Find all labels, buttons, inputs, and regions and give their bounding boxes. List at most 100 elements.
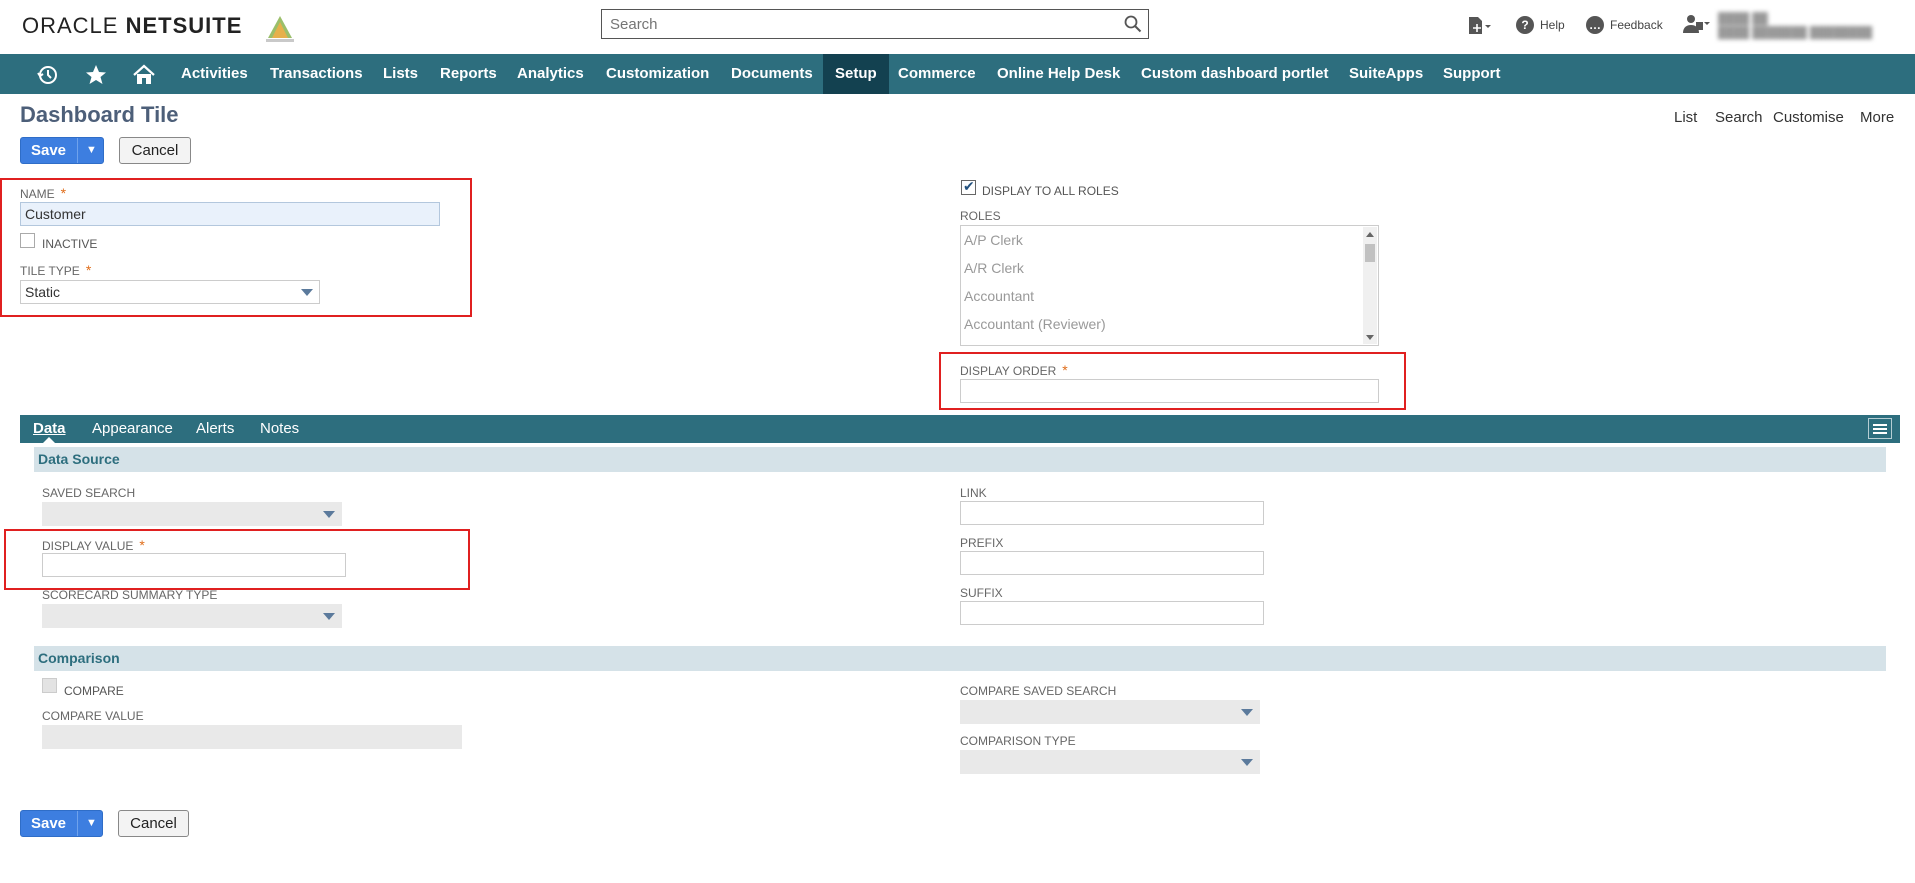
- link-list[interactable]: List: [1674, 109, 1697, 126]
- display-value-field[interactable]: [42, 553, 346, 577]
- display-order-field[interactable]: [960, 379, 1379, 403]
- tab-data[interactable]: Data: [33, 420, 66, 437]
- name-field[interactable]: Customer: [20, 202, 440, 226]
- comparison-type-select[interactable]: [960, 750, 1260, 774]
- tile-type-value: Static: [25, 284, 61, 300]
- main-nav: Activities Transactions Lists Reports An…: [0, 54, 1915, 94]
- compare-saved-search-label: COMPARE SAVED SEARCH: [960, 684, 1117, 698]
- compare-checkbox[interactable]: [42, 678, 57, 693]
- feedback-label: Feedback: [1610, 18, 1663, 32]
- link-field[interactable]: [960, 501, 1264, 525]
- save-button-top[interactable]: Save ▼: [20, 137, 104, 164]
- save-options-arrow-icon[interactable]: ▼: [78, 138, 105, 163]
- tab-layout-menu-icon[interactable]: [1868, 418, 1892, 439]
- cancel-button-bottom[interactable]: Cancel: [118, 810, 189, 837]
- tab-alerts[interactable]: Alerts: [196, 420, 234, 437]
- home-icon[interactable]: [132, 63, 156, 87]
- document-add-icon[interactable]: [1466, 16, 1492, 36]
- suffix-label: SUFFIX: [960, 586, 1003, 600]
- tab-notes[interactable]: Notes: [260, 420, 299, 437]
- link-more[interactable]: More: [1860, 109, 1894, 126]
- nav-activities[interactable]: Activities: [181, 54, 248, 94]
- nav-transactions[interactable]: Transactions: [270, 54, 363, 94]
- saved-search-label: SAVED SEARCH: [42, 486, 136, 500]
- compare-label: COMPARE: [64, 684, 124, 698]
- prefix-field[interactable]: [960, 551, 1264, 575]
- role-option[interactable]: Accountant: [964, 288, 1034, 304]
- scroll-up-icon[interactable]: [1366, 232, 1374, 237]
- active-tab-indicator: [43, 437, 55, 443]
- recent-icon[interactable]: [36, 63, 60, 87]
- save-options-arrow-icon[interactable]: ▼: [78, 811, 105, 836]
- nav-custom-dashboard-portlet[interactable]: Custom dashboard portlet: [1141, 54, 1329, 94]
- subtab-bar: Data Appearance Alerts Notes: [20, 415, 1900, 443]
- roles-scrollbar[interactable]: [1363, 227, 1377, 344]
- required-icon: *: [139, 537, 145, 553]
- user-info-redacted: ████ ██ ████ ███████ ████████: [1718, 13, 1873, 39]
- search-input[interactable]: [608, 15, 1112, 34]
- nav-commerce[interactable]: Commerce: [898, 54, 976, 94]
- link-label: LINK: [960, 486, 987, 500]
- nav-online-help-desk[interactable]: Online Help Desk: [997, 54, 1120, 94]
- link-search[interactable]: Search: [1715, 109, 1763, 126]
- display-value-label: DISPLAY VALUE *: [42, 537, 145, 553]
- scorecard-summary-type-select[interactable]: [42, 604, 342, 628]
- section-title: Comparison: [38, 650, 120, 666]
- required-icon: *: [60, 185, 67, 201]
- nav-lists[interactable]: Lists: [383, 54, 418, 94]
- chevron-down-icon[interactable]: [1241, 759, 1253, 766]
- chevron-down-icon[interactable]: [1241, 709, 1253, 716]
- page-title: Dashboard Tile: [20, 102, 179, 127]
- name-label: NAME *: [20, 185, 67, 201]
- tile-type-select[interactable]: Static: [20, 280, 320, 304]
- scroll-thumb[interactable]: [1365, 244, 1375, 262]
- display-all-roles-checkbox[interactable]: [961, 178, 976, 195]
- nav-reports[interactable]: Reports: [440, 54, 497, 94]
- compare-value-field[interactable]: [42, 725, 462, 749]
- save-button-bottom[interactable]: Save ▼: [20, 810, 103, 837]
- help-label: Help: [1540, 18, 1565, 32]
- netsuite-logo[interactable]: ORACLE NETSUITE: [22, 13, 242, 39]
- role-option[interactable]: Accountant (Reviewer): [964, 316, 1106, 332]
- save-label[interactable]: Save: [21, 138, 76, 163]
- nav-setup[interactable]: Setup: [823, 54, 889, 94]
- role-option[interactable]: A/R Clerk: [964, 260, 1024, 276]
- link-customise[interactable]: Customise: [1773, 109, 1844, 126]
- tab-appearance[interactable]: Appearance: [92, 420, 173, 437]
- comparison-type-label: COMPARISON TYPE: [960, 734, 1076, 748]
- roles-listbox[interactable]: A/P Clerk A/R Clerk Accountant Accountan…: [960, 225, 1379, 346]
- section-comparison: Comparison: [34, 646, 1886, 671]
- saved-search-select[interactable]: [42, 502, 342, 526]
- nav-suiteapps[interactable]: SuiteApps: [1349, 54, 1423, 94]
- global-search[interactable]: [601, 9, 1149, 39]
- recent-records-menu[interactable]: [1466, 16, 1492, 36]
- suffix-field[interactable]: [960, 601, 1264, 625]
- nav-customization[interactable]: Customization: [606, 54, 709, 94]
- feedback-link[interactable]: … Feedback: [1586, 16, 1663, 34]
- favorites-star-icon[interactable]: [84, 63, 108, 87]
- nav-analytics[interactable]: Analytics: [517, 54, 584, 94]
- search-icon[interactable]: [1124, 15, 1142, 33]
- top-header: ORACLE NETSUITE ? Help … Feedback ████ ███…: [0, 0, 1915, 54]
- user-menu[interactable]: [1681, 13, 1711, 35]
- compare-saved-search-select[interactable]: [960, 700, 1260, 724]
- roles-label: ROLES: [960, 209, 1001, 223]
- scroll-down-icon[interactable]: [1366, 335, 1374, 340]
- prefix-label: PREFIX: [960, 536, 1004, 550]
- help-link[interactable]: ? Help: [1516, 16, 1565, 34]
- tile-type-label: TILE TYPE *: [20, 262, 92, 278]
- cancel-button-top[interactable]: Cancel: [119, 137, 191, 164]
- chevron-down-icon[interactable]: [323, 511, 335, 518]
- role-option[interactable]: A/P Clerk: [964, 232, 1023, 248]
- user-roles-icon[interactable]: [1681, 13, 1711, 35]
- scorecard-summary-type-label: SCORECARD SUMMARY TYPE: [42, 588, 218, 602]
- company-logo: [266, 16, 294, 42]
- nav-support[interactable]: Support: [1443, 54, 1501, 94]
- chevron-down-icon[interactable]: [323, 613, 335, 620]
- nav-documents[interactable]: Documents: [731, 54, 813, 94]
- feedback-icon: …: [1586, 16, 1604, 34]
- save-label[interactable]: Save: [21, 811, 76, 836]
- inactive-checkbox[interactable]: [20, 233, 35, 248]
- section-title: Data Source: [38, 451, 120, 467]
- chevron-down-icon[interactable]: [301, 289, 313, 296]
